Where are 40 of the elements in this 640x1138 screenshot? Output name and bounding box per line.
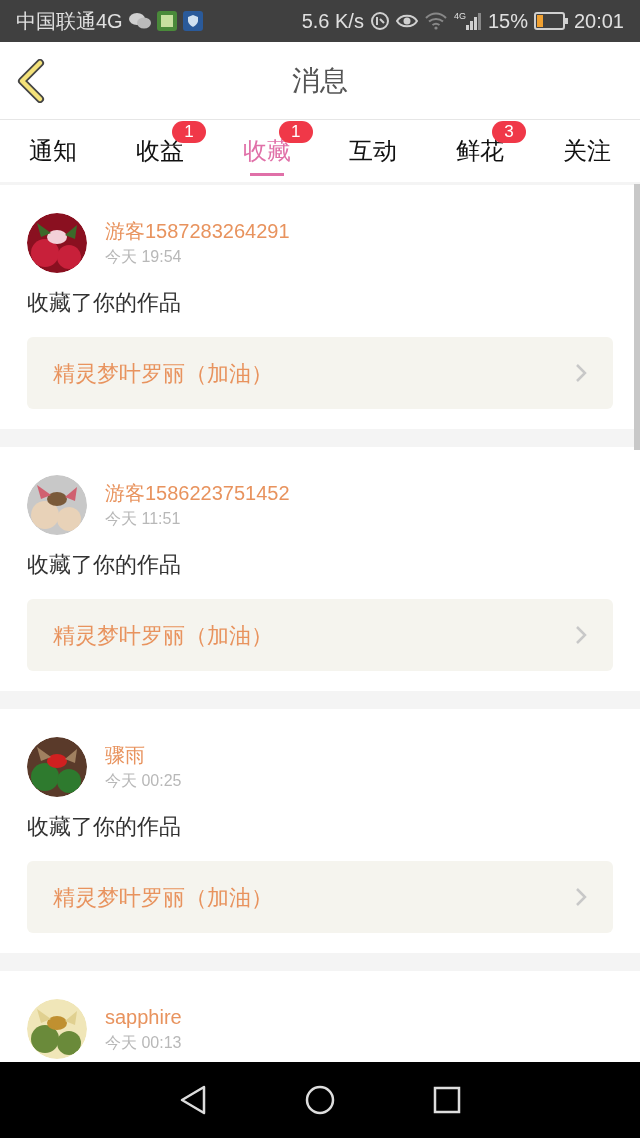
work-link[interactable]: 精灵梦叶罗丽（加油） — [27, 861, 613, 933]
tab[interactable]: 收益 1 — [106, 120, 214, 182]
back-icon[interactable] — [179, 1085, 207, 1115]
page-title: 消息 — [292, 63, 348, 98]
message-time: 今天 11:51 — [105, 509, 182, 529]
message-text: 收藏了你的作品 — [27, 551, 182, 579]
back-icon — [16, 58, 46, 103]
chevron-right-icon — [575, 363, 587, 383]
chat-icon — [128, 12, 151, 30]
data-saver-icon — [369, 11, 390, 31]
work-link[interactable]: 精灵梦叶罗丽（加油） — [27, 599, 613, 671]
tab[interactable]: 互动 — [320, 120, 427, 182]
message-time: 今天 19:54 — [105, 247, 183, 267]
user-name[interactable]: 游客1586223751452 — [105, 479, 290, 507]
chevron-right-icon — [575, 625, 587, 645]
user-name[interactable]: sapphire — [105, 1003, 182, 1031]
shield-icon — [182, 11, 203, 31]
message-time: 今天 00:25 — [105, 771, 182, 791]
recents-icon[interactable] — [433, 1086, 461, 1114]
network-type: 4G — [453, 12, 466, 21]
app-icon — [156, 11, 177, 31]
clock: 20:01 — [573, 9, 624, 34]
message-time: 今天 00:13 — [105, 1033, 182, 1053]
signal-icon — [465, 12, 482, 30]
chevron-right-icon — [575, 887, 587, 907]
work-link[interactable]: 精灵梦叶罗丽（加油） — [27, 337, 613, 409]
eye-icon — [395, 13, 418, 29]
message-text: 收藏了你的作品 — [27, 813, 182, 841]
home-icon[interactable] — [305, 1085, 335, 1115]
user-name[interactable]: 骤雨 — [105, 741, 182, 769]
network-speed: 5.6 K/s — [301, 9, 364, 34]
tab-indicator — [249, 173, 284, 176]
message-text: 收藏了你的作品 — [27, 289, 182, 317]
user-name[interactable]: 游客1587283264291 — [105, 217, 290, 245]
tab[interactable]: 通知 — [0, 120, 107, 182]
tab[interactable]: 关注 — [533, 120, 640, 182]
wifi-icon — [423, 12, 448, 30]
carrier-text: 中国联通4G — [16, 9, 123, 34]
battery-icon — [533, 12, 568, 30]
battery-percent: 15% — [487, 9, 528, 34]
